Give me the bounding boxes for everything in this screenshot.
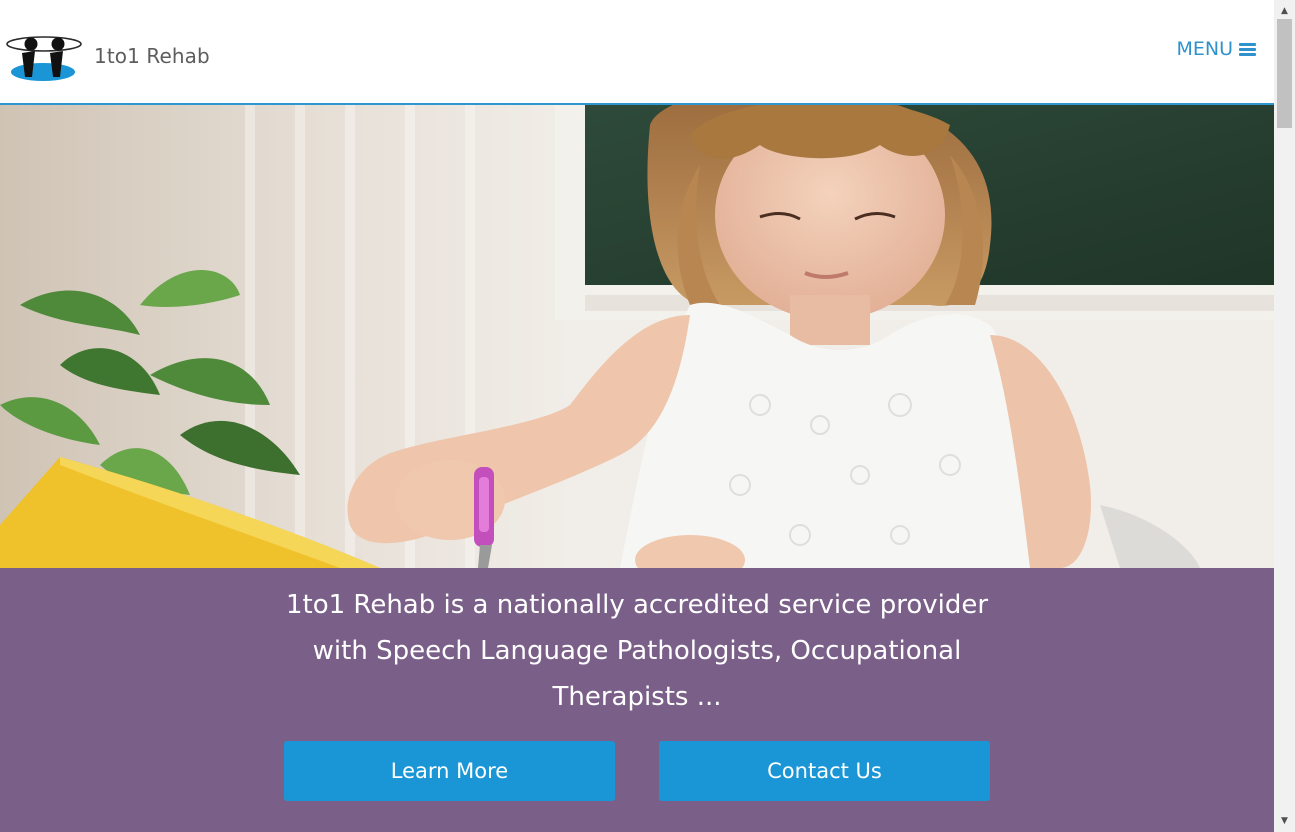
- site-header: 1to1 Rehab MENU: [0, 0, 1274, 105]
- intro-headline: 1to1 Rehab is a nationally accredited se…: [257, 582, 1017, 720]
- brand-name[interactable]: 1to1 Rehab: [94, 44, 210, 68]
- arrow-down-icon[interactable]: ▼: [1274, 812, 1295, 830]
- headline-line-2: with Speech Language Pathologists, Occup…: [312, 636, 962, 666]
- learn-more-button[interactable]: Learn More: [284, 741, 615, 801]
- hamburger-icon: [1239, 42, 1256, 57]
- scrollbar-thumb[interactable]: [1277, 19, 1292, 128]
- vertical-scrollbar[interactable]: ▲ ▼: [1274, 0, 1295, 832]
- logo-icon[interactable]: [4, 30, 82, 84]
- page: 1to1 Rehab MENU 1to1 Rehab is a national…: [0, 0, 1274, 832]
- arrow-up-icon[interactable]: ▲: [1274, 2, 1295, 20]
- contact-us-button[interactable]: Contact Us: [659, 741, 990, 801]
- hero-image: [0, 105, 1274, 568]
- menu-button[interactable]: MENU: [1176, 38, 1256, 60]
- menu-label: MENU: [1176, 38, 1233, 60]
- headline-line-1: 1to1 Rehab is a nationally accredited se…: [285, 590, 989, 620]
- headline-line-3: Therapists ...: [552, 682, 722, 712]
